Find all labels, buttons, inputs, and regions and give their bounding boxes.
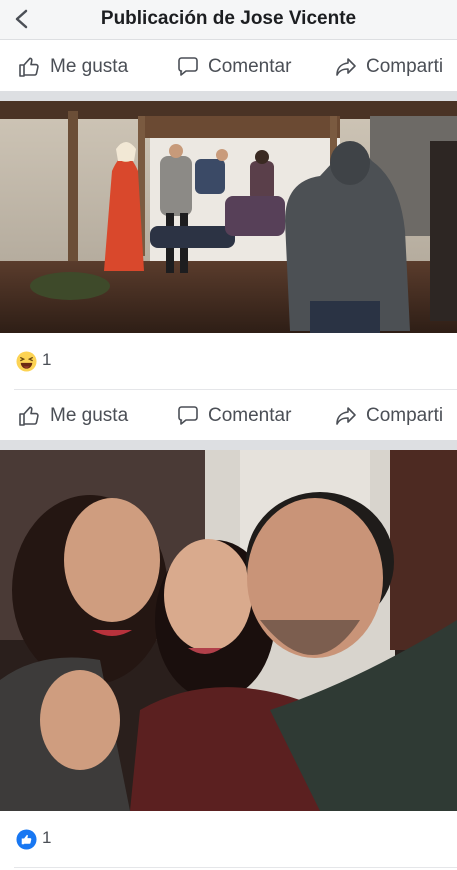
like-button[interactable]: Me gusta — [18, 41, 128, 93]
comment-label: Comentar — [208, 56, 292, 77]
comment-bubble-icon — [178, 57, 198, 76]
share-label: Comparti — [366, 56, 444, 77]
section-divider — [0, 91, 457, 101]
like-label: Me gusta — [50, 405, 129, 426]
share-arrow-icon — [336, 58, 356, 76]
share-button[interactable]: Comparti — [334, 390, 443, 442]
share-arrow-icon — [336, 407, 356, 425]
reaction-summary[interactable]: 1 — [0, 334, 457, 390]
thumbs-up-icon — [19, 57, 39, 77]
top-bar: Publicación de Jose Vicente — [0, 0, 457, 40]
thumbs-up-icon — [19, 406, 39, 426]
section-divider — [0, 440, 457, 450]
post-photo[interactable] — [0, 450, 457, 811]
separator — [14, 867, 457, 868]
comment-bubble-icon — [178, 406, 198, 425]
post-photo[interactable] — [0, 101, 457, 333]
haha-reaction-icon — [16, 351, 37, 372]
like-label: Me gusta — [50, 56, 129, 77]
post-action-bar: Me gusta Comentar Comparti — [0, 390, 457, 442]
reaction-count: 1 — [42, 350, 52, 369]
comment-button[interactable]: Comentar — [176, 390, 291, 442]
reaction-summary[interactable]: 1 — [0, 812, 457, 868]
page-title: Publicación de Jose Vicente — [100, 8, 357, 29]
share-label: Comparti — [366, 405, 444, 426]
selfie-photo — [0, 450, 457, 811]
post-action-bar: Me gusta Comentar Comparti — [0, 41, 457, 93]
comment-label: Comentar — [208, 405, 292, 426]
comment-button[interactable]: Comentar — [176, 41, 291, 93]
share-button[interactable]: Comparti — [334, 41, 443, 93]
reaction-count: 1 — [42, 828, 52, 847]
nativity-scene-photo — [0, 101, 457, 333]
like-reaction-icon — [16, 829, 37, 850]
like-button[interactable]: Me gusta — [18, 390, 128, 442]
